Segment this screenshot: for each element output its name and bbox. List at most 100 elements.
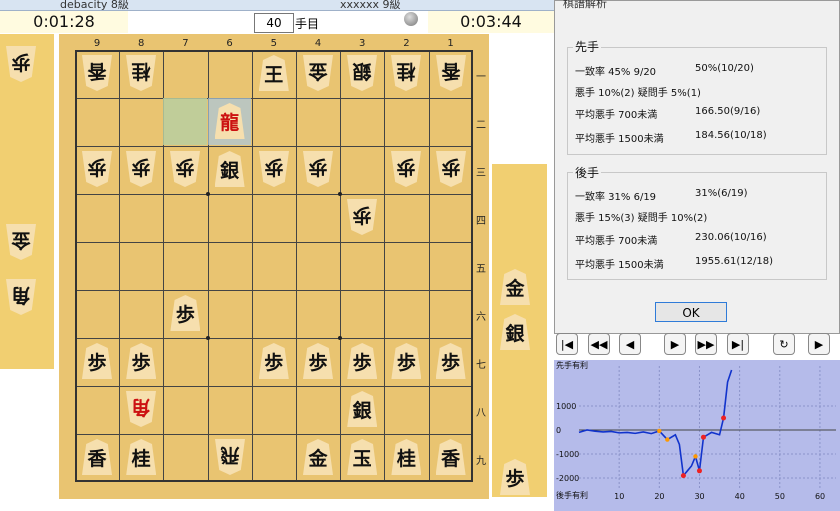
y-tick-label: 0	[556, 426, 561, 435]
file-label: 1	[447, 38, 454, 49]
shogi-piece[interactable]: 角	[126, 391, 156, 427]
hand-piece[interactable]: 歩	[6, 46, 36, 82]
shogi-piece[interactable]: 歩	[347, 343, 378, 379]
bad-move-marker	[721, 415, 727, 421]
bad-move-marker	[700, 434, 706, 440]
x-tick-label: 40	[735, 492, 745, 501]
bad-move-marker	[696, 468, 702, 474]
shogi-piece[interactable]: 歩	[303, 343, 333, 379]
hand-piece[interactable]: 金	[500, 269, 530, 305]
sente-row-value: 184.56(10/18)	[695, 130, 767, 141]
shogi-piece[interactable]: 香	[82, 55, 112, 91]
file-label: 6	[226, 38, 233, 49]
x-tick-label: 60	[815, 492, 825, 501]
sente-piece-stand[interactable]: 金銀歩	[492, 164, 547, 497]
dialog-title: 棋譜解析	[563, 0, 607, 10]
gote-row: 平均悪手 1500未満	[575, 260, 664, 271]
move-number-field[interactable]: 40	[254, 13, 294, 33]
status-lamp-icon	[404, 12, 418, 26]
grid-line	[119, 52, 121, 480]
x-tick-label: 50	[775, 492, 785, 501]
shogi-piece[interactable]: 桂	[391, 439, 422, 475]
shogi-piece[interactable]: 歩	[82, 151, 112, 187]
grid-line	[77, 146, 471, 147]
shogi-piece[interactable]: 歩	[259, 151, 289, 187]
nav-button[interactable]: ↻	[773, 333, 795, 355]
star-point	[338, 336, 343, 340]
grid-line	[77, 338, 471, 339]
file-label: 3	[359, 38, 366, 49]
shogi-piece[interactable]: 歩	[258, 343, 289, 379]
file-label: 8	[138, 38, 145, 49]
shogi-piece[interactable]: 桂	[126, 55, 156, 91]
shogi-piece[interactable]: 金	[303, 55, 333, 91]
gote-row: 平均悪手 700未満	[575, 236, 658, 247]
rank-label: 三	[476, 168, 486, 179]
file-label: 7	[182, 38, 189, 49]
hand-piece[interactable]: 角	[6, 279, 36, 315]
shogi-piece[interactable]: 歩	[391, 343, 422, 379]
shogi-piece[interactable]: 歩	[303, 151, 333, 187]
shogi-piece[interactable]: 香	[82, 439, 112, 475]
rank-label: 一	[476, 72, 486, 83]
x-tick-label: 10	[614, 492, 624, 501]
grid-line	[77, 386, 471, 387]
shogi-piece[interactable]: 龍	[214, 103, 245, 139]
shogi-piece[interactable]: 歩	[347, 199, 377, 235]
rank-label: 六	[476, 312, 486, 323]
title-bar: debacity 8級 xxxxxx 9級	[0, 0, 560, 11]
shogi-piece[interactable]: 玉	[347, 439, 378, 475]
nav-button[interactable]: ▶▶	[695, 333, 717, 355]
dubious-move-marker	[665, 437, 670, 442]
shogi-piece[interactable]: 金	[303, 439, 333, 475]
analysis-dialog: 棋譜解析 先手 一致率 45% 9/20 50%(10/20) 悪手 10%(2…	[554, 0, 840, 334]
nav-button[interactable]: ◀	[619, 333, 641, 355]
hand-piece[interactable]: 歩	[500, 459, 530, 495]
nav-button[interactable]: ◀◀	[588, 333, 610, 355]
evaluation-graph[interactable]: 1000 0 -1000 -2000 10 20 30 40 50 60 先手有利 後手有利	[554, 360, 840, 511]
shogi-piece[interactable]: 歩	[126, 343, 157, 379]
shogi-piece[interactable]: 歩	[170, 295, 201, 331]
sente-row: 平均悪手 700未満	[575, 110, 658, 121]
x-tick-label: 20	[654, 492, 664, 501]
sente-row: 悪手 10%(2) 疑問手 5%(1)	[575, 88, 701, 99]
shogi-piece[interactable]: 香	[435, 439, 466, 475]
grid-line	[251, 52, 253, 480]
nav-button[interactable]: ▶|	[727, 333, 749, 355]
sente-row: 平均悪手 1500未満	[575, 134, 664, 145]
sente-row-value: 50%(10/20)	[695, 63, 754, 74]
gote-piece-stand[interactable]: 歩金角	[0, 34, 54, 369]
file-label: 4	[314, 38, 322, 49]
y-tick-label: 1000	[556, 402, 576, 411]
grid-line	[428, 52, 430, 480]
ok-button[interactable]: OK	[655, 302, 727, 322]
dubious-move-marker	[693, 454, 698, 459]
last-move-highlight	[163, 98, 207, 145]
grid-line	[77, 434, 471, 435]
star-point	[205, 192, 210, 196]
evaluation-chart-svg: 1000 0 -1000 -2000 10 20 30 40 50 60	[556, 366, 836, 501]
shogi-piece[interactable]: 銀	[214, 151, 245, 187]
shogi-piece[interactable]: 桂	[126, 439, 157, 475]
shogi-piece[interactable]: 銀	[347, 55, 377, 91]
gote-player-name: xxxxxx 9級	[340, 0, 401, 11]
shogi-piece[interactable]: 歩	[126, 151, 156, 187]
hand-piece[interactable]: 銀	[500, 314, 530, 350]
grid-line	[340, 52, 342, 480]
evaluation-line	[578, 369, 733, 478]
hand-piece[interactable]: 金	[6, 224, 36, 260]
grid-line	[384, 52, 386, 480]
gote-heading: 後手	[573, 164, 602, 181]
shogi-piece[interactable]: 王	[258, 55, 289, 91]
nav-button[interactable]: ▶	[664, 333, 686, 355]
shogi-piece[interactable]: 銀	[347, 391, 378, 427]
x-tick-label: 30	[694, 492, 704, 501]
shogi-piece[interactable]: 歩	[82, 343, 112, 379]
nav-button[interactable]: |◀	[556, 333, 578, 355]
grid-line	[77, 242, 471, 243]
rank-label: 二	[476, 120, 486, 131]
nav-button[interactable]: ▶	[808, 333, 830, 355]
rank-label: 七	[476, 360, 486, 371]
dubious-move-marker	[657, 428, 662, 434]
shogi-piece[interactable]: 歩	[435, 343, 466, 379]
